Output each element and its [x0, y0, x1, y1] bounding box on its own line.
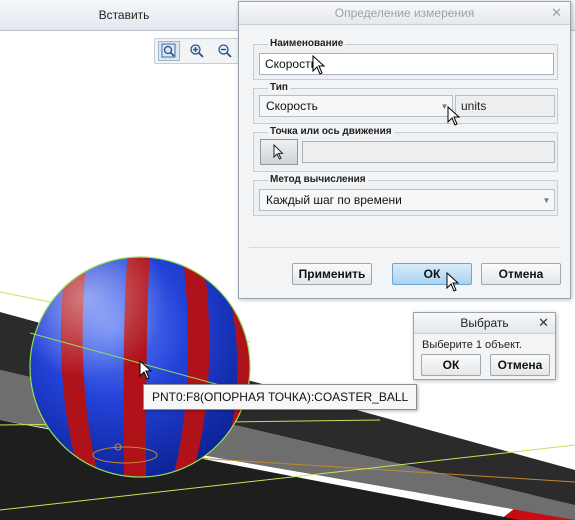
ok-button[interactable]: ОК — [392, 263, 472, 285]
point-field[interactable] — [302, 141, 555, 163]
cancel-button[interactable]: Отмена — [481, 263, 561, 285]
select-prompt: Выберите 1 объект. — [422, 339, 522, 351]
dialog-title: Определение измерения ✕ — [239, 2, 570, 25]
chevron-down-icon[interactable]: ▼ — [539, 190, 554, 210]
zoom-fit-button[interactable] — [158, 41, 180, 61]
units-field: units — [455, 95, 555, 117]
coaster-ball[interactable] — [29, 250, 251, 480]
zoom-fit-icon — [161, 43, 176, 58]
point-group-label: Точка или ось движения — [268, 126, 394, 137]
measure-definition-dialog: Определение измерения ✕ Наименование Ско… — [238, 1, 571, 299]
select-dialog: Выбрать ✕ Выберите 1 объект. ОК Отмена — [413, 312, 556, 380]
name-group-label: Наименование — [268, 38, 346, 49]
apply-button[interactable]: Применить — [292, 263, 372, 285]
divider — [249, 247, 560, 248]
select-ok-button[interactable]: ОК — [421, 354, 481, 376]
chevron-down-icon[interactable]: ▼ — [437, 96, 452, 116]
close-icon[interactable]: ✕ — [538, 315, 549, 331]
select-cancel-button[interactable]: Отмена — [490, 354, 550, 376]
select-dialog-title: Выбрать ✕ — [414, 313, 555, 334]
type-group-label: Тип — [268, 82, 290, 93]
method-select-value: Каждый шаг по времени — [266, 193, 402, 207]
arrow-cursor-icon — [273, 144, 284, 160]
type-select[interactable]: Скорость ▼ — [259, 95, 453, 117]
method-select[interactable]: Каждый шаг по времени ▼ — [259, 189, 555, 211]
zoom-in-button[interactable] — [186, 41, 208, 61]
zoom-in-icon — [190, 44, 204, 58]
entity-tooltip: PNT0:F8(ОПОРНАЯ ТОЧКА):COASTER_BALL — [143, 384, 418, 410]
close-icon[interactable]: ✕ — [551, 5, 562, 21]
zoom-out-button[interactable] — [214, 41, 236, 61]
method-group-label: Метод вычисления — [268, 174, 368, 185]
type-select-value: Скорость — [266, 99, 318, 113]
view-toolbar — [154, 38, 240, 64]
select-dialog-title-text: Выбрать — [460, 316, 509, 330]
name-field[interactable]: Скорость — [259, 53, 554, 75]
zoom-out-icon — [218, 44, 232, 58]
pick-point-button[interactable] — [260, 139, 298, 165]
dialog-title-text: Определение измерения — [334, 6, 475, 20]
insert-tab[interactable]: Вставить — [0, 0, 248, 30]
